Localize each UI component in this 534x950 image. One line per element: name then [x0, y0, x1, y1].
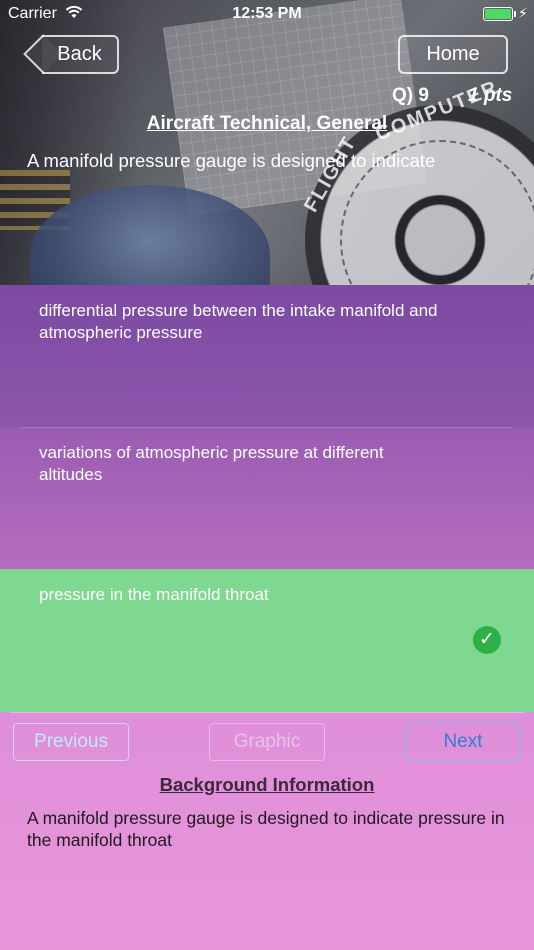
answer-option-2[interactable]: variations of atmospheric pressure at di…	[0, 427, 534, 569]
answer-option-1[interactable]: differential pressure between the intake…	[0, 285, 534, 427]
bottom-panel: Previous Graphic Next Background Informa…	[0, 712, 534, 950]
charging-bolt-icon: ⚡	[518, 5, 528, 21]
answer-text: differential pressure between the intake…	[39, 301, 438, 342]
back-button[interactable]: Back	[42, 35, 119, 74]
previous-button[interactable]: Previous	[13, 723, 129, 761]
check-icon: ✓	[473, 626, 501, 654]
graphic-button[interactable]: Graphic	[209, 723, 325, 761]
home-button[interactable]: Home	[398, 35, 508, 74]
answer-text: variations of atmospheric pressure at di…	[39, 443, 384, 484]
next-button[interactable]: Next	[405, 723, 521, 761]
question-text: A manifold pressure gauge is designed to…	[27, 150, 436, 171]
status-time: 12:53 PM	[232, 5, 302, 22]
background-info-text: A manifold pressure gauge is designed to…	[27, 808, 505, 850]
battery-icon	[483, 7, 513, 21]
background-info-title: Background Information	[159, 774, 375, 795]
category-title: Aircraft Technical, General	[146, 113, 388, 134]
question-number: Q) 9	[392, 85, 429, 106]
status-bar: Carrier 12:53 PM ⚡	[0, 0, 534, 28]
answer-option-3-correct[interactable]: pressure in the manifold throat ✓	[0, 569, 534, 712]
question-points: 1 pts	[468, 85, 513, 106]
battery-tip	[514, 11, 516, 17]
answer-text: pressure in the manifold throat	[39, 585, 269, 604]
